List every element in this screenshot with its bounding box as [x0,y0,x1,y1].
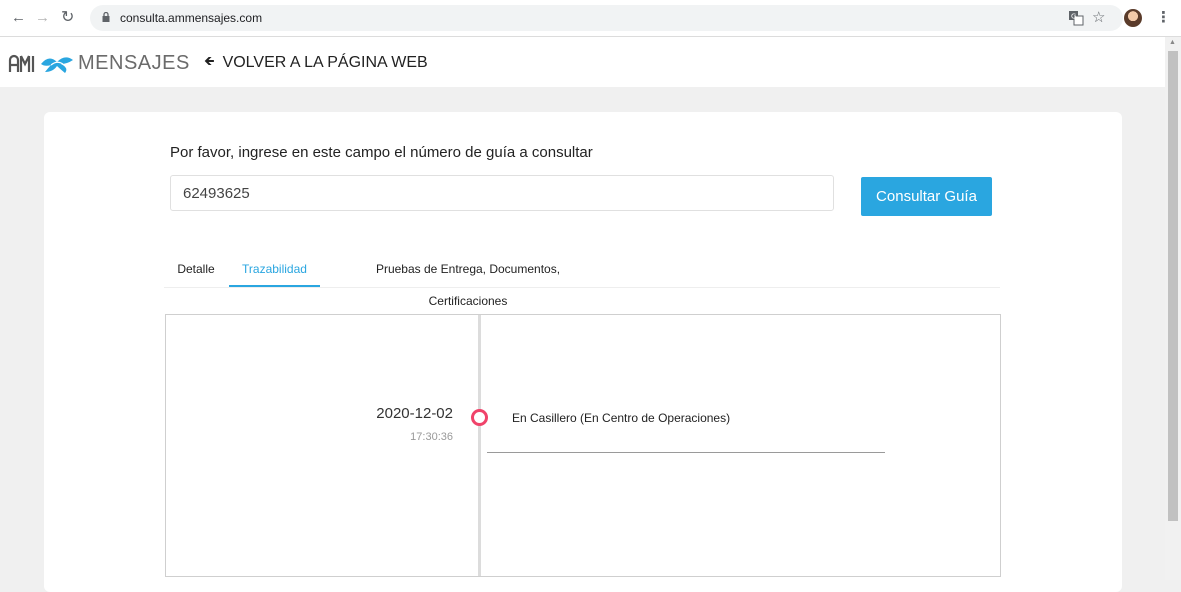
tab-detalle[interactable]: Detalle [164,253,228,287]
page-scrollbar[interactable]: ▲ [1165,37,1181,580]
dove-icon [41,57,73,73]
event-time: 17:30:36 [410,431,453,443]
tab-bar: Detalle Trazabilidad Pruebas de Entrega,… [164,253,1000,308]
tab-pruebas-entrega[interactable]: Pruebas de Entrega, Documentos, Certific… [335,253,601,308]
timeline-axis [478,315,481,576]
guide-number-input[interactable] [170,175,834,211]
logo-am-mark [8,54,35,72]
event-marker-icon [471,409,488,426]
back-link-label: VOLVER A LA PÁGINA WEB [222,54,428,71]
site-header: MENSAJES 🡸 VOLVER A LA PÁGINA WEB [0,37,1165,87]
event-description: En Casillero (En Centro de Operaciones) [512,411,731,425]
scroll-up-icon[interactable]: ▲ [1169,39,1176,46]
svg-text:G: G [1071,13,1076,21]
guide-prompt: Por favor, ingrese en este campo el núme… [170,144,593,161]
event-date: 2020-12-02 [376,405,453,422]
tracking-card: Por favor, ingrese en este campo el núme… [44,112,1122,592]
consult-guide-button[interactable]: Consultar Guía [861,177,992,216]
forward-icon[interactable]: → [35,9,50,27]
browser-toolbar: ← → ↻ consulta.ammensajes.com G ☆ ⋮ [0,0,1181,37]
tracking-timeline: 2020-12-02 17:30:36 En Casillero (En Cen… [165,314,1001,577]
site-logo[interactable]: MENSAJES [8,50,190,76]
reload-icon[interactable]: ↻ [61,9,74,27]
back-to-website-link[interactable]: 🡸 VOLVER A LA PÁGINA WEB [204,52,428,74]
profile-avatar[interactable] [1124,9,1142,27]
star-icon[interactable]: ☆ [1092,8,1105,26]
back-icon[interactable]: ← [11,9,26,27]
translate-icon[interactable]: G [1068,10,1084,26]
event-separator [487,452,885,453]
url-text[interactable]: consulta.ammensajes.com [120,11,262,25]
logo-text: MENSAJES [78,51,190,74]
arrow-left-icon: 🡸 [204,53,215,68]
scrollbar-thumb[interactable] [1168,51,1178,521]
tab-trazabilidad[interactable]: Trazabilidad [229,253,320,287]
address-bar[interactable]: consulta.ammensajes.com [90,5,1123,31]
menu-icon[interactable]: ⋮ [1156,8,1171,26]
lock-icon [102,12,110,22]
